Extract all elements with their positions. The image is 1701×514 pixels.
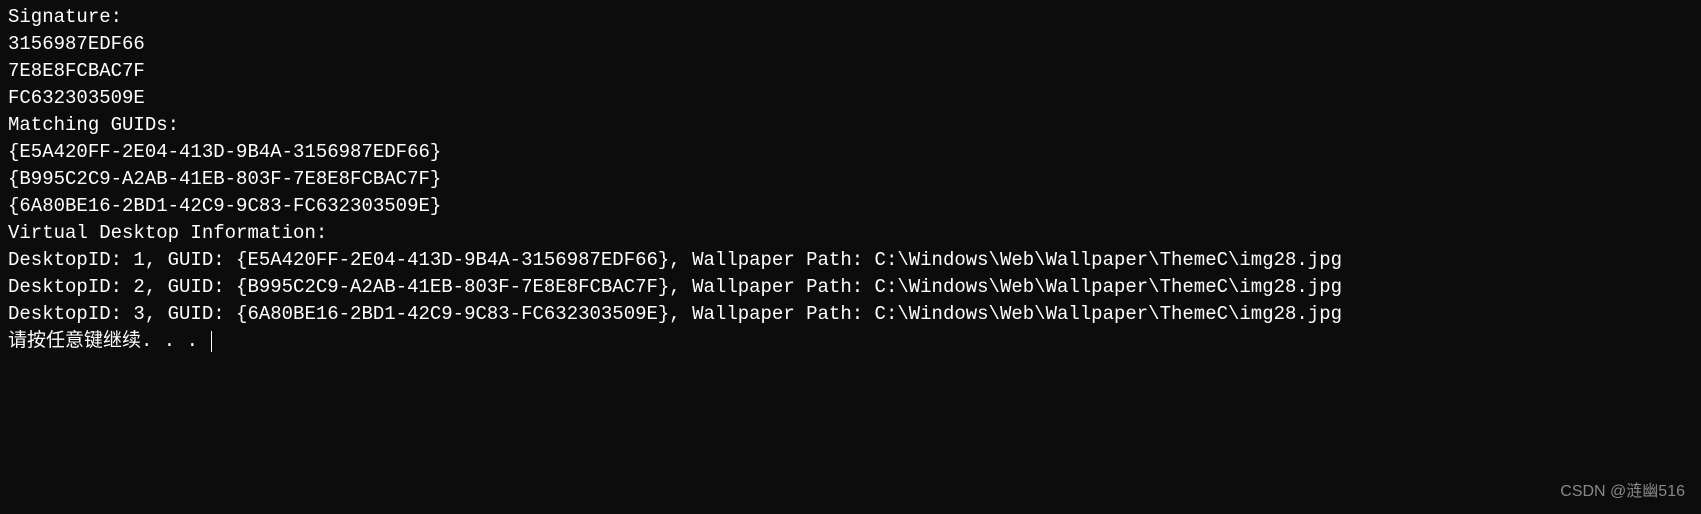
guid-value: {6A80BE16-2BD1-42C9-9C83-FC632303509E} xyxy=(8,193,1693,220)
terminal-output[interactable]: Signature: 3156987EDF66 7E8E8FCBAC7F FC6… xyxy=(8,4,1693,355)
cursor-icon xyxy=(211,331,212,352)
vdi-label: Virtual Desktop Information: xyxy=(8,220,1693,247)
watermark: CSDN @涟幽516 xyxy=(1560,481,1685,504)
desktop-info-row: DesktopID: 1, GUID: {E5A420FF-2E04-413D-… xyxy=(8,247,1693,274)
guid-value: {B995C2C9-A2AB-41EB-803F-7E8E8FCBAC7F} xyxy=(8,166,1693,193)
signature-value: 3156987EDF66 xyxy=(8,31,1693,58)
guid-value: {E5A420FF-2E04-413D-9B4A-3156987EDF66} xyxy=(8,139,1693,166)
signature-value: 7E8E8FCBAC7F xyxy=(8,58,1693,85)
signature-label: Signature: xyxy=(8,4,1693,31)
desktop-info-row: DesktopID: 3, GUID: {6A80BE16-2BD1-42C9-… xyxy=(8,301,1693,328)
matching-guids-label: Matching GUIDs: xyxy=(8,112,1693,139)
press-any-key-prompt: 请按任意键继续. . . xyxy=(8,328,1693,355)
desktop-info-row: DesktopID: 2, GUID: {B995C2C9-A2AB-41EB-… xyxy=(8,274,1693,301)
signature-value: FC632303509E xyxy=(8,85,1693,112)
